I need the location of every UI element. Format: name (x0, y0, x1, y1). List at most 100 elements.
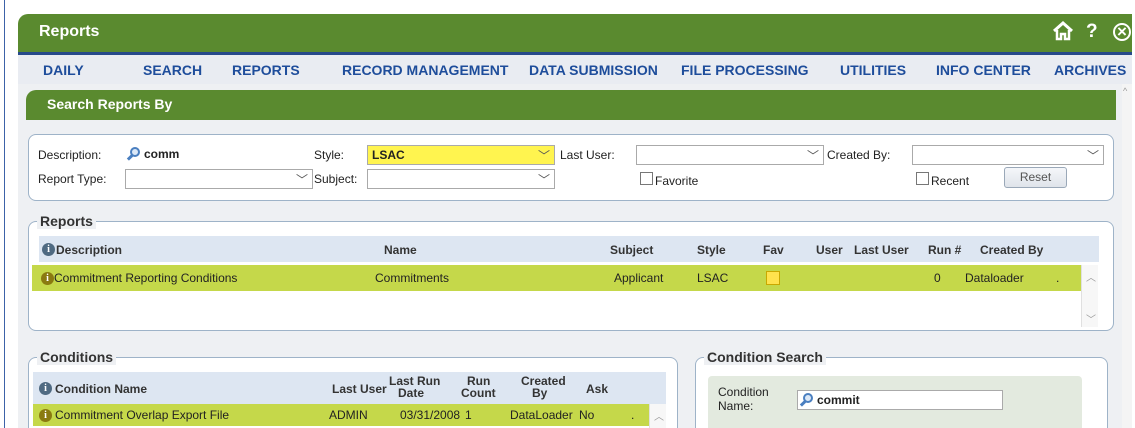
col-user[interactable]: User (816, 243, 843, 257)
chevron-down-icon[interactable]: ﹀ (1086, 311, 1096, 326)
report-subject: Applicant (614, 271, 664, 285)
col-last-run-date[interactable]: Date (398, 386, 424, 400)
col-ask[interactable]: Ask (586, 382, 608, 396)
chevron-down-icon: ﹀ (537, 173, 550, 187)
reset-button[interactable]: Reset (1004, 167, 1067, 188)
col-run-count[interactable]: Count (461, 386, 496, 400)
chevron-up-icon[interactable]: ︿ (1086, 269, 1096, 284)
report-description: Commitment Reporting Conditions (54, 271, 238, 285)
col-last-user[interactable]: Last User (854, 243, 909, 257)
main-nav: DAILY SEARCH REPORTS RECORD MANAGEMENT D… (18, 52, 1132, 84)
page-scrollbar[interactable]: ^ (1122, 84, 1132, 428)
reports-scrollbar[interactable]: ︿ ﹀ (1081, 265, 1098, 327)
condition-ask: No (579, 408, 595, 422)
chevron-up-icon[interactable]: ︿ (654, 408, 664, 423)
col-created-by[interactable]: By (532, 386, 547, 400)
col-name[interactable]: Name (384, 243, 417, 257)
nav-reports[interactable]: REPORTS (232, 62, 300, 78)
col-fav[interactable]: Fav (763, 243, 784, 257)
created-by-label: Created By: (827, 148, 891, 162)
search-icon (799, 393, 813, 407)
reports-header: i Description Name Subject Style Fav Use… (39, 236, 1099, 262)
info-icon: i (42, 243, 55, 256)
info-icon: i (39, 382, 52, 395)
description-value: comm (144, 147, 180, 161)
chevron-down-icon: ﹀ (295, 173, 308, 187)
recent-checkbox[interactable] (916, 172, 929, 185)
info-icon[interactable]: i (39, 409, 52, 422)
info-icon[interactable]: i (41, 272, 54, 285)
chevron-down-icon: ﹀ (1086, 149, 1099, 163)
condition-created-by: DataLoader (510, 408, 573, 422)
nav-file-processing[interactable]: FILE PROCESSING (681, 62, 809, 78)
style-select[interactable]: LSAC ﹀ (367, 145, 555, 165)
nav-daily[interactable]: DAILY (43, 62, 84, 78)
condition-name-label: Condition (718, 385, 769, 399)
created-by-select[interactable]: ﹀ (912, 145, 1104, 165)
report-run: 0 (934, 271, 941, 285)
report-style: LSAC (697, 271, 729, 285)
favorite-checkbox[interactable] (640, 172, 653, 185)
nav-archives[interactable]: ARCHIVES (1054, 62, 1126, 78)
recent-label: Recent (931, 174, 970, 188)
condition-search-legend: Condition Search (704, 349, 826, 365)
description-label: Description: (38, 148, 102, 162)
last-user-label: Last User: (560, 148, 615, 162)
col-style[interactable]: Style (697, 243, 726, 257)
chevron-down-icon: ﹀ (537, 149, 550, 163)
search-filters: Description: comm Style: LSAC ﹀ Last Use… (28, 134, 1114, 201)
row-trail: . (631, 408, 635, 422)
description-field[interactable]: comm (125, 145, 313, 165)
col-condition-name[interactable]: Condition Name (55, 382, 147, 396)
table-row[interactable]: i Commitment Overlap Export File ADMIN 0… (33, 404, 649, 426)
home-icon[interactable] (1052, 20, 1074, 47)
favorite-label: Favorite (655, 174, 699, 188)
search-section-header: Search Reports By (26, 90, 1116, 120)
conditions-legend: Conditions (37, 349, 117, 365)
col-subject[interactable]: Subject (610, 243, 653, 257)
last-user-select[interactable]: ﹀ (636, 145, 824, 165)
condition-search-group: Condition Search Condition Name: commit (695, 349, 1108, 428)
window-title: Reports (39, 23, 100, 40)
subject-select[interactable]: ﹀ (367, 169, 555, 189)
content-area: ^ Search Reports By Description: comm St… (18, 84, 1132, 428)
condition-date: 03/31/2008 (400, 408, 461, 422)
col-run[interactable]: Run # (928, 243, 961, 257)
favorite-toggle[interactable] (766, 271, 780, 285)
condition-search-value: commit (817, 393, 860, 407)
col-description[interactable]: Description (56, 243, 122, 257)
report-created-by: Dataloader (965, 271, 1024, 285)
title-bar: Reports ? × (18, 14, 1132, 52)
nav-search[interactable]: SEARCH (143, 62, 202, 78)
reports-group: Reports i Description Name Subject Style… (28, 213, 1114, 331)
nav-data-submission[interactable]: DATA SUBMISSION (529, 62, 658, 78)
nav-record-management[interactable]: RECORD MANAGEMENT (342, 62, 508, 78)
condition-search-panel: Condition Name: commit (708, 376, 1082, 428)
close-icon[interactable]: × (1113, 23, 1131, 41)
scroll-up-icon[interactable]: ^ (1123, 86, 1127, 96)
nav-utilities[interactable]: UTILITIES (840, 62, 906, 78)
conditions-group: Conditions i Condition Name Last User La… (28, 349, 678, 428)
table-row[interactable]: i Commitment Reporting Conditions Commit… (32, 265, 1081, 291)
condition-count: 1 (465, 408, 472, 422)
col-last-user[interactable]: Last User (332, 382, 387, 396)
conditions-scrollbar[interactable]: ︿ (649, 404, 666, 428)
nav-info-center[interactable]: INFO CENTER (936, 62, 1031, 78)
col-created-by[interactable]: Created By (980, 243, 1043, 257)
condition-name-label-2: Name: (718, 399, 754, 413)
chevron-down-icon: ﹀ (806, 149, 819, 163)
condition-search-input[interactable]: commit (797, 390, 1003, 410)
help-icon[interactable]: ? (1086, 21, 1098, 43)
row-trail: . (1056, 271, 1060, 285)
report-name: Commitments (375, 271, 450, 285)
style-label: Style: (314, 148, 345, 162)
condition-name: Commitment Overlap Export File (55, 408, 230, 422)
conditions-header: i Condition Name Last User Last Run Date… (33, 372, 666, 404)
style-value: LSAC (372, 148, 405, 162)
report-type-label: Report Type: (38, 172, 107, 186)
subject-label: Subject: (314, 172, 358, 186)
search-icon (126, 147, 140, 161)
report-type-select[interactable]: ﹀ (125, 169, 313, 189)
reports-legend: Reports (37, 213, 96, 229)
condition-last-user: ADMIN (329, 408, 368, 422)
